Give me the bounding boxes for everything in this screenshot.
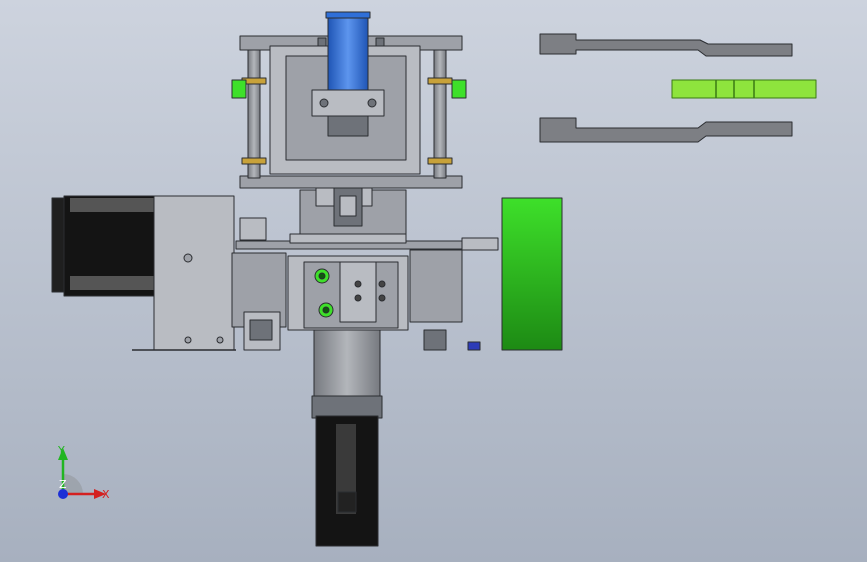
left-motor-bottom-band	[70, 276, 154, 290]
slide-screw	[354, 294, 362, 302]
right-green-block	[451, 79, 467, 99]
left-motor-top-band	[70, 198, 154, 212]
lower-motor-connector	[337, 491, 357, 513]
bracket-hole	[216, 336, 224, 344]
pneumatic-fitting-core	[322, 306, 330, 314]
slide-carriage	[339, 261, 377, 323]
upper-frame-bottom	[239, 175, 463, 189]
left-clamp	[239, 217, 267, 241]
cylinder-mount	[327, 115, 369, 137]
lower-motor-flange	[311, 395, 383, 419]
upper-arm	[539, 33, 793, 57]
lower-arm	[539, 117, 793, 143]
blue-connector	[467, 341, 481, 351]
guide-bushing	[241, 157, 267, 165]
left-green-block	[231, 79, 247, 99]
slide-screw	[378, 280, 386, 288]
right-bearing-housing	[409, 249, 463, 323]
y-axis-label: Y	[57, 444, 65, 457]
cylinder-cap	[325, 11, 371, 19]
right-sensor	[423, 329, 447, 351]
green-arm	[671, 79, 817, 99]
right-flange	[461, 237, 499, 251]
clamp-bolt	[367, 98, 377, 108]
z-axis-label: Z	[59, 478, 67, 491]
pneumatic-cylinder	[327, 11, 369, 91]
slide-screw	[354, 280, 362, 288]
left-motor-bracket	[153, 195, 235, 351]
cylinder-fitting	[317, 37, 327, 47]
green-wheel	[501, 197, 563, 351]
assembly-model[interactable]	[0, 0, 867, 562]
slide-screw	[378, 294, 386, 302]
guide-bushing	[427, 77, 453, 85]
clamp-bolt	[319, 98, 329, 108]
cylinder-fitting	[375, 37, 385, 47]
coordinate-triad-icon: Y X Z	[57, 444, 110, 501]
center-clamp-detail	[339, 195, 357, 217]
bracket-hole	[184, 336, 192, 344]
cad-viewport[interactable]: Y X Z	[0, 0, 867, 562]
guide-bushing	[427, 157, 453, 165]
bracket-hole	[183, 253, 193, 263]
lower-gearbox	[313, 329, 381, 401]
x-axis-label: X	[102, 488, 110, 501]
pneumatic-fitting-core	[318, 272, 326, 280]
base-plate-top	[289, 233, 407, 244]
left-bearing-slot	[249, 319, 273, 341]
